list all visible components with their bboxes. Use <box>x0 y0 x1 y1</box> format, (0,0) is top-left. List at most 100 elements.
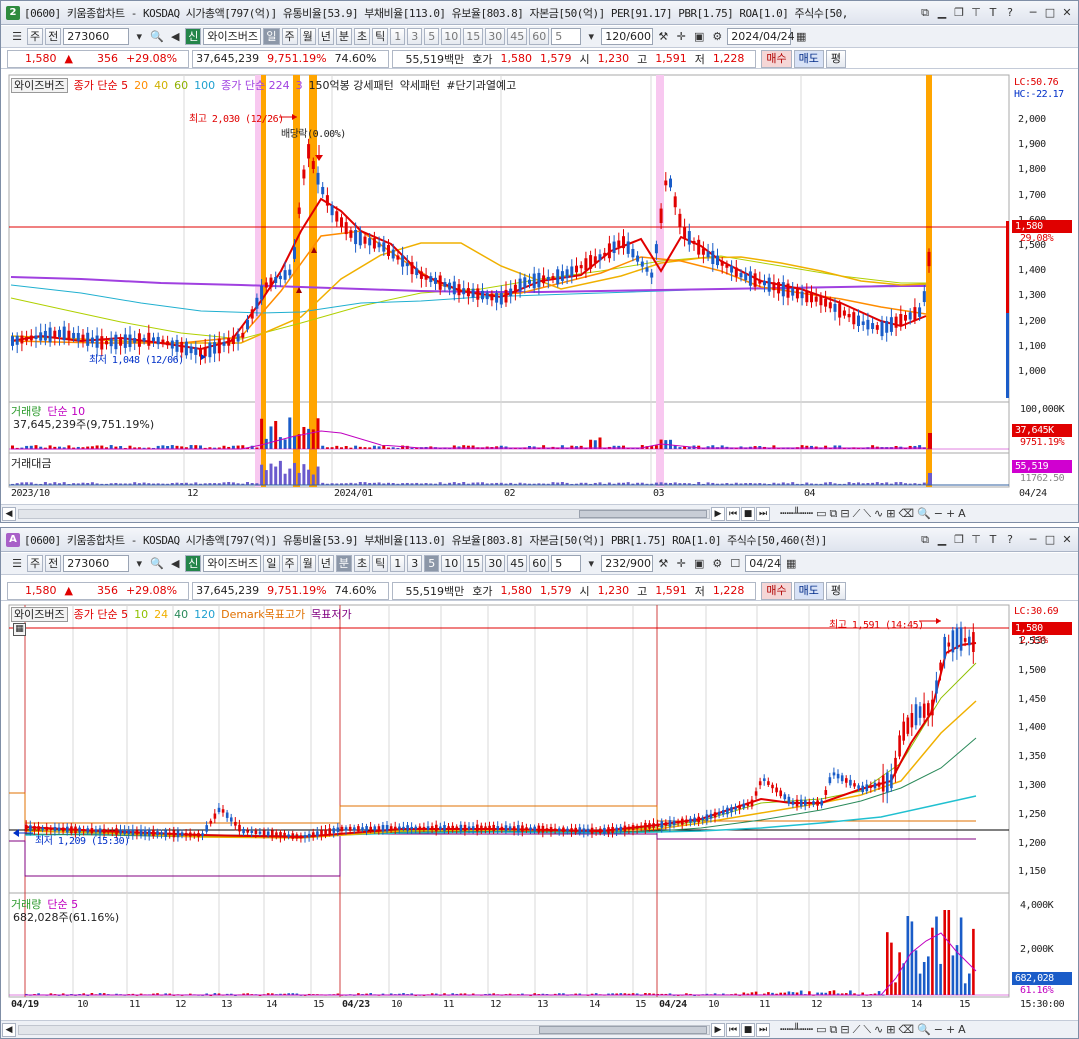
interval-3[interactable]: 3 <box>407 555 423 572</box>
stock-code-input[interactable]: 273060 <box>63 555 130 572</box>
close-icon[interactable]: ✕ <box>1060 6 1074 20</box>
legend-ma10[interactable]: 10 <box>134 608 148 621</box>
restore-inner-icon[interactable]: ❐ <box>952 533 966 547</box>
scroll-left-icon[interactable]: ◀ <box>2 1022 16 1037</box>
dropdown-icon[interactable]: ▾ <box>131 555 147 572</box>
window-icon[interactable]: ⧉ <box>830 1023 838 1037</box>
pin-icon[interactable]: ⊤ <box>969 533 983 547</box>
legend-ma24[interactable]: 24 <box>154 608 168 621</box>
dropdown-icon[interactable]: ▾ <box>583 28 599 45</box>
scroll-track[interactable] <box>18 1024 710 1035</box>
legend-ma5[interactable]: 종가 단순 5 <box>74 606 128 622</box>
period-tick[interactable]: 틱 <box>372 28 389 45</box>
search-icon[interactable]: 🔍 <box>149 28 165 45</box>
wave-icon[interactable]: ∿ <box>874 1023 883 1037</box>
first-icon[interactable]: ⏮ <box>726 1022 740 1037</box>
crosshair-icon[interactable]: ✛ <box>673 555 689 572</box>
period-day[interactable]: 일 <box>263 28 280 45</box>
period-tick[interactable]: 틱 <box>372 555 389 572</box>
eraser-icon[interactable]: ⌫ <box>898 507 914 521</box>
box-icon[interactable]: ▭ <box>816 507 826 521</box>
period-second[interactable]: 초 <box>354 28 371 45</box>
minus-icon[interactable]: − <box>934 507 943 521</box>
interval-5[interactable]: 5 <box>424 28 440 45</box>
legend-ma40[interactable]: 40 <box>154 79 168 92</box>
link-icon[interactable]: ⧉ <box>918 533 932 547</box>
period-minute[interactable]: 분 <box>335 555 352 572</box>
settings-icon[interactable]: ⚙ <box>709 555 725 572</box>
horizontal-scrollbar[interactable]: ◀ ▶ ⏮ ■ ⏭ ┅┅╨┅┅ ▭ ⧉ ⊟ ⟋ ⟍ ∿ ⊞ ⌫ 🔍 − + A <box>1 1020 1078 1038</box>
period-day[interactable]: 일 <box>263 555 280 572</box>
plus-icon[interactable]: + <box>946 1023 955 1037</box>
period-minute[interactable]: 분 <box>335 28 352 45</box>
dropdown-icon[interactable]: ▾ <box>131 28 147 45</box>
buy-button[interactable]: 매수 <box>761 49 792 68</box>
dropdown-icon[interactable]: ▾ <box>583 555 599 572</box>
wave-icon[interactable]: ∿ <box>874 507 883 521</box>
interval-10[interactable]: 10 <box>441 555 462 572</box>
date-input[interactable]: 2024/04/24 <box>727 28 795 45</box>
period-year[interactable]: 년 <box>317 28 334 45</box>
save-icon[interactable]: ▣ <box>691 28 707 45</box>
minimize-inner-icon[interactable]: ▁ <box>935 6 949 20</box>
minimize-inner-icon[interactable]: ▁ <box>935 533 949 547</box>
interval-5[interactable]: 5 <box>424 555 440 572</box>
period-year[interactable]: 년 <box>317 555 334 572</box>
minus-icon[interactable]: − <box>934 1023 943 1037</box>
chart-tools-icon[interactable]: ⚒ <box>655 28 671 45</box>
kind-select[interactable]: 전 <box>45 555 62 572</box>
checkbox-icon[interactable]: ☐ <box>727 555 743 572</box>
maximize-icon[interactable]: □ <box>1043 6 1057 20</box>
stop-icon[interactable]: ■ <box>741 1022 755 1037</box>
legend-demark-high[interactable]: Demark목표고가 <box>221 606 305 622</box>
close-icon[interactable]: ✕ <box>1060 533 1074 547</box>
interval-30[interactable]: 30 <box>485 555 506 572</box>
help-icon[interactable]: ? <box>1003 533 1017 547</box>
legend-stock[interactable]: 와이즈버즈 <box>11 77 68 93</box>
interval-15[interactable]: 15 <box>463 555 484 572</box>
split-icon[interactable]: ⊟ <box>840 1023 849 1037</box>
interval-1[interactable]: 1 <box>390 28 406 45</box>
legend-ma120[interactable]: 120 <box>194 608 215 621</box>
eval-button[interactable]: 평 <box>825 49 846 68</box>
legend-ma20[interactable]: 20 <box>134 79 148 92</box>
speaker-icon[interactable]: ◀ <box>167 555 183 572</box>
save-icon[interactable]: ▣ <box>691 555 707 572</box>
zoom-icon[interactable]: 🔍 <box>917 507 931 521</box>
scroll-right-icon[interactable]: ▶ <box>711 506 725 521</box>
search-icon[interactable]: 🔍 <box>149 555 165 572</box>
interval-60[interactable]: 60 <box>529 28 550 45</box>
kind-select[interactable]: 전 <box>45 28 62 45</box>
last-icon[interactable]: ⏭ <box>756 506 770 521</box>
maximize-icon[interactable]: □ <box>1043 533 1057 547</box>
legend-strong-pattern[interactable]: 150억봉 강세패턴 <box>309 77 394 93</box>
period-second[interactable]: 초 <box>354 555 371 572</box>
text-tool-icon[interactable]: A <box>958 507 966 521</box>
legend-demark-low[interactable]: 목표저가 <box>311 606 351 622</box>
daily-chart-area[interactable]: 와이즈버즈 종가 단순 5 20 40 60 100 종가 단순 224 3 1… <box>1 71 1078 505</box>
period-week[interactable]: 주 <box>281 28 298 45</box>
interval-input[interactable]: 5 <box>551 555 582 572</box>
draw-icon[interactable]: ⟋ <box>853 507 861 521</box>
settings-icon[interactable]: ⚙ <box>709 28 725 45</box>
legend-ma60[interactable]: 60 <box>174 79 188 92</box>
interval-30[interactable]: 30 <box>485 28 506 45</box>
scroll-thumb[interactable] <box>579 509 707 518</box>
trend-icon[interactable]: ⟍ <box>863 1023 871 1037</box>
interval-45[interactable]: 45 <box>507 555 528 572</box>
minimize-icon[interactable]: ─ <box>1026 533 1040 547</box>
last-icon[interactable]: ⏭ <box>756 1022 770 1037</box>
scroll-thumb[interactable] <box>539 1025 707 1034</box>
trend-icon[interactable]: ⟍ <box>863 507 871 521</box>
period-month[interactable]: 월 <box>299 28 316 45</box>
first-icon[interactable]: ⏮ <box>726 506 740 521</box>
text-tool-icon[interactable]: A <box>958 1023 966 1037</box>
split-icon[interactable]: ⊟ <box>840 507 849 521</box>
scroll-track[interactable] <box>18 508 710 519</box>
zoom-slider-icon[interactable]: ┅┅╨┅┅ <box>780 1023 813 1037</box>
list-icon[interactable]: ☰ <box>9 555 25 572</box>
scroll-left-icon[interactable]: ◀ <box>2 506 16 521</box>
help-icon[interactable]: ? <box>1003 6 1017 20</box>
scroll-right-icon[interactable]: ▶ <box>711 1022 725 1037</box>
interval-1[interactable]: 1 <box>390 555 406 572</box>
